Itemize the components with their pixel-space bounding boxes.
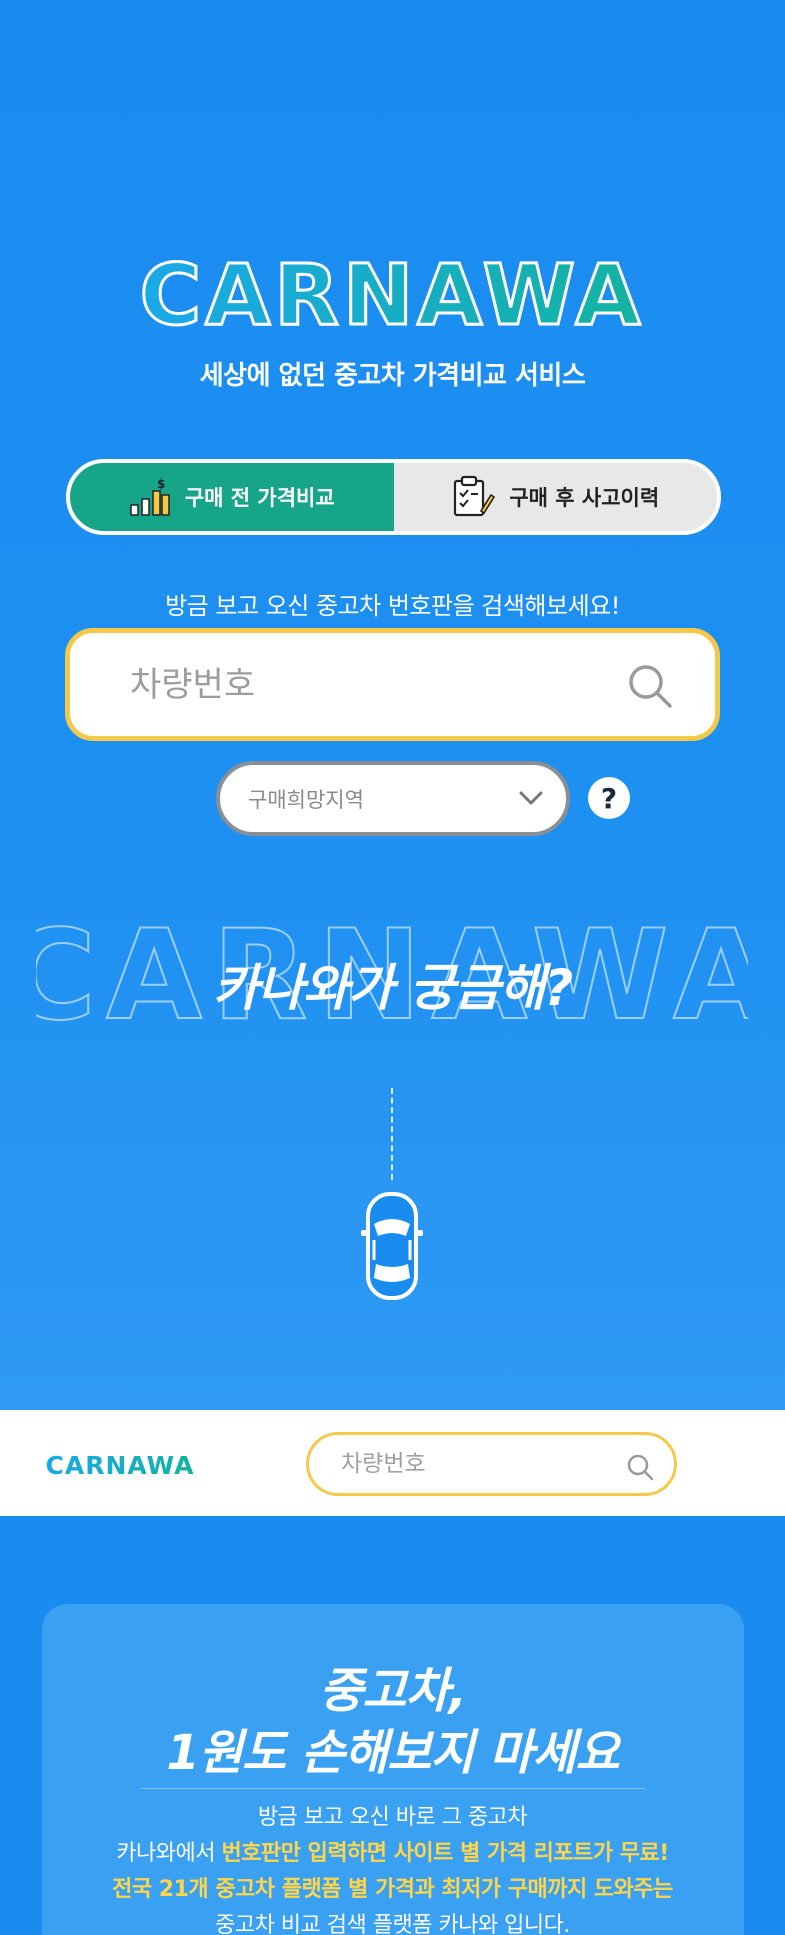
bar-chart-dollar-icon: $ — [130, 477, 170, 516]
promo-title: 중고차, 1원도 손해보지 마세요 — [0, 1660, 785, 1784]
search-icon[interactable] — [627, 663, 673, 709]
tagline: 세상에 없던 중고차 가격비교 서비스 — [199, 361, 586, 391]
search-hint: 방금 보고 오신 중고차 번호판을 검색해보세요! — [165, 592, 620, 620]
car-top-view-icon — [361, 1192, 423, 1300]
region-select-value: 구매희망지역 — [248, 787, 364, 812]
intro-heading: 카나와가 궁금해? — [212, 959, 573, 1017]
plate-search-input[interactable] — [130, 661, 610, 709]
navbar-logo[interactable]: CARNAWA — [40, 1452, 200, 1476]
mode-toggle: $ 구매 전 가격비교 구매 후 사고이력 — [66, 459, 721, 535]
promo-line2: 카나와에서 번호판만 입력하면 사이트 별 가격 리포트가 무료! — [0, 1836, 785, 1872]
svg-text:$: $ — [157, 477, 165, 491]
promo-divider — [140, 1788, 645, 1789]
tab-accident-history[interactable]: 구매 후 사고이력 — [393, 463, 717, 531]
promo-line4: 중고차 비교 검색 플랫폼 카나와 입니다. — [215, 1913, 570, 1935]
clipboard-check-icon — [454, 475, 496, 517]
carnawa-logo: CARNAWA — [140, 252, 644, 332]
promo-line2-highlight: 번호판만 입력하면 사이트 별 가격 리포트가 무료! — [221, 1841, 669, 1866]
navbar-logo-text: CARNAWA — [46, 1452, 195, 1476]
plate-search-box — [65, 628, 720, 741]
region-select[interactable]: 구매희망지역 — [216, 761, 570, 836]
promo-body: 방금 보고 오신 바로 그 중고차 카나와에서 번호판만 입력하면 사이트 별 … — [0, 1800, 785, 1935]
route-dashed-line — [391, 1088, 393, 1180]
promo-line2-prefix: 카나와에서 — [116, 1841, 222, 1866]
tab-accident-history-label: 구매 후 사고이력 — [509, 486, 660, 510]
help-button[interactable]: ? — [588, 777, 630, 819]
promo-line3: 전국 21개 중고차 플랫폼 별 가격과 최저가 구매까지 도와주는 — [112, 1877, 673, 1902]
tab-price-compare[interactable]: $ 구매 전 가격비교 — [70, 463, 394, 531]
promo-title-line1: 중고차, — [319, 1663, 467, 1719]
chevron-down-icon — [519, 791, 543, 805]
promo-title-line2: 1원도 손해보지 마세요 — [166, 1725, 619, 1781]
carnawa-logo-text: CARNAWA — [140, 252, 644, 332]
promo-line1: 방금 보고 오신 바로 그 중고차 — [257, 1805, 528, 1830]
navbar-search-box — [306, 1432, 677, 1496]
tab-price-compare-label: 구매 전 가격비교 — [184, 486, 335, 510]
navbar-search-input[interactable] — [341, 1449, 611, 1479]
search-icon[interactable] — [626, 1453, 654, 1481]
